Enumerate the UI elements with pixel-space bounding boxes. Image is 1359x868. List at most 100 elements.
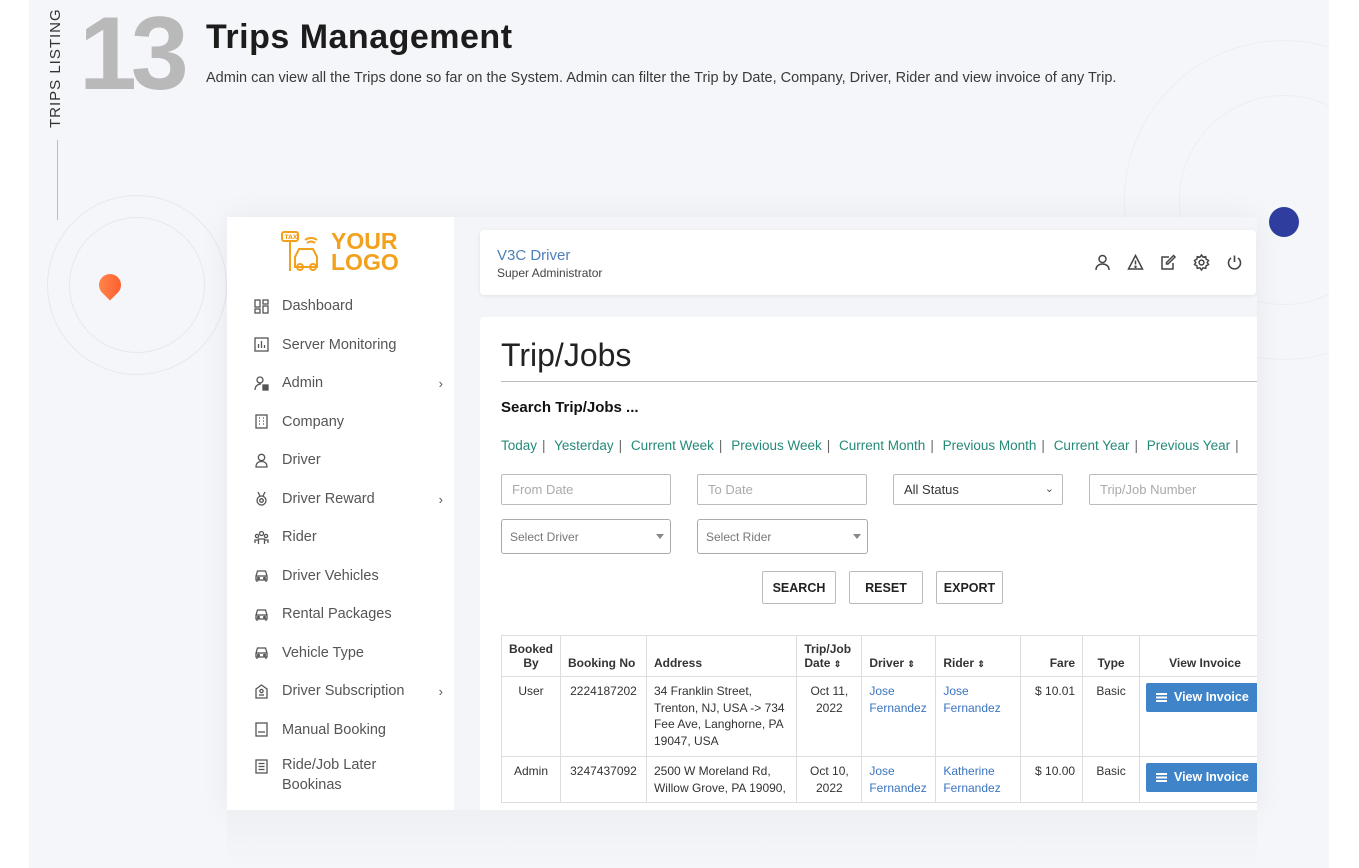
export-button[interactable]: EXPORT — [936, 571, 1003, 604]
col-booked-by[interactable]: Booked By — [500, 635, 562, 677]
table-row: Admin 3247437092 2500 W Moreland Rd, Wil… — [500, 756, 1257, 803]
to-date-input[interactable]: To Date — [697, 474, 867, 505]
reset-button[interactable]: RESET — [849, 571, 923, 604]
filter-today[interactable]: Today — [501, 438, 537, 453]
driver-link[interactable]: Jose Fernandez — [869, 764, 926, 795]
col-rider[interactable]: Rider ⇕ — [935, 635, 1022, 677]
filter-yesterday[interactable]: Yesterday — [554, 438, 614, 453]
select-rider-dropdown[interactable]: Select Rider — [697, 519, 868, 554]
col-driver[interactable]: Driver ⇕ — [861, 635, 937, 677]
status-select[interactable]: All Status ⌄ — [893, 474, 1063, 505]
chevron-right-icon: › — [438, 684, 443, 699]
sidebar-item-rider[interactable]: Rider — [253, 518, 443, 557]
chevron-right-icon: › — [438, 491, 443, 507]
cell-booking-no: 3247437092 — [560, 756, 647, 803]
sidebar-item-label: Company — [282, 413, 345, 430]
app-screenshot: TAXI YOUR LOGO Dashboard Server Monitori… — [227, 217, 1257, 810]
building-icon — [253, 414, 269, 430]
sort-icon[interactable]: ⇕ — [977, 659, 985, 669]
cell-date: Oct 10, 2022 — [796, 756, 863, 803]
sidebar-item-company[interactable]: Company — [253, 403, 443, 442]
gear-icon[interactable] — [1191, 252, 1211, 272]
rider-link[interactable]: Katherine Fernandez — [943, 764, 1000, 795]
user-role: Super Administrator — [497, 266, 603, 280]
sidebar-item-ride-later-bookings[interactable]: Ride/Job Later Bookinas — [253, 749, 443, 797]
cell-rider: Katherine Fernandez — [935, 756, 1022, 803]
list-doc-icon — [253, 758, 269, 774]
view-invoice-button[interactable]: View Invoice — [1145, 683, 1257, 712]
col-trip-date-label: Trip/Job Date — [804, 642, 852, 670]
cell-fare: $ 10.00 — [1020, 756, 1084, 803]
filter-previous-month[interactable]: Previous Month — [943, 438, 1037, 453]
alert-icon[interactable] — [1125, 252, 1145, 272]
bottom-fade — [227, 810, 1257, 868]
app-name[interactable]: V3C Driver — [497, 247, 570, 264]
divider — [57, 140, 58, 220]
caret-down-icon — [656, 534, 664, 539]
sidebar-item-label: Driver Subscription — [282, 683, 405, 700]
sidebar-item-server-monitoring[interactable]: Server Monitoring — [253, 326, 443, 365]
filter-current-week[interactable]: Current Week — [631, 438, 714, 453]
user-icon[interactable] — [1092, 252, 1112, 272]
edit-icon[interactable] — [1158, 252, 1178, 272]
view-invoice-label: View Invoice — [1173, 690, 1249, 704]
quick-date-filters: Today | Yesterday | Current Week | Previous… — [501, 438, 1239, 453]
from-date-input[interactable]: From Date — [501, 474, 671, 505]
sidebar-item-vehicle-type[interactable]: Vehicle Type — [253, 634, 443, 673]
power-icon[interactable] — [1224, 252, 1244, 272]
sidebar-item-label: Driver Reward — [282, 490, 375, 507]
sidebar-item-admin[interactable]: Admin › — [253, 364, 443, 403]
sidebar-nav: Dashboard Server Monitoring Admin › Comp… — [253, 287, 443, 797]
sidebar-item-label: Dashboard — [282, 298, 353, 315]
main-content: Trip/Jobs Search Trip/Jobs ... Today | Ye… — [480, 317, 1257, 810]
trip-number-input[interactable]: Trip/Job Number — [1089, 474, 1257, 505]
view-invoice-label: View Invoice — [1173, 770, 1249, 784]
col-driver-label: Driver — [869, 656, 905, 670]
cell-type: Basic — [1082, 676, 1140, 757]
top-icons — [1092, 252, 1244, 272]
col-trip-date[interactable]: Trip/Job Date ⇕ — [796, 635, 863, 677]
cell-invoice: View Invoice — [1138, 676, 1257, 757]
col-rider-label: Rider — [943, 656, 975, 670]
sort-icon[interactable]: ⇕ — [907, 659, 915, 669]
filter-previous-week[interactable]: Previous Week — [731, 438, 822, 453]
filter-current-month[interactable]: Current Month — [839, 438, 925, 453]
sidebar-item-manual-booking[interactable]: Manual Booking — [253, 711, 443, 750]
chevron-down-icon: ⌄ — [1044, 483, 1054, 495]
cell-type: Basic — [1082, 756, 1140, 803]
section-title: Trips Management — [206, 18, 513, 56]
filter-previous-year[interactable]: Previous Year — [1147, 438, 1230, 453]
sidebar-item-rental-packages[interactable]: Rental Packages — [253, 595, 443, 634]
sidebar-item-driver-subscription[interactable]: Driver Subscription › — [253, 672, 443, 711]
sidebar-item-label: Vehicle Type — [282, 644, 364, 661]
cell-booking-no: 2224187202 — [560, 676, 647, 757]
caret-down-icon — [853, 534, 861, 539]
filter-current-year[interactable]: Current Year — [1054, 438, 1130, 453]
sidebar-item-driver-vehicles[interactable]: Driver Vehicles — [253, 557, 443, 596]
divider — [501, 381, 1257, 382]
view-invoice-button[interactable]: View Invoice — [1145, 763, 1257, 792]
sidebar-item-label: Driver — [282, 452, 321, 469]
select-driver-dropdown[interactable]: Select Driver — [501, 519, 671, 554]
sidebar-item-label: Rider — [282, 529, 317, 546]
sidebar-item-driver-reward[interactable]: Driver Reward › — [253, 480, 443, 519]
car-icon — [253, 568, 269, 584]
sidebar: TAXI YOUR LOGO Dashboard Server Monitori… — [227, 217, 454, 810]
col-booking-no[interactable]: Booking No — [560, 635, 647, 677]
sidebar-item-dashboard[interactable]: Dashboard — [253, 287, 443, 326]
sidebar-item-driver[interactable]: Driver — [253, 441, 443, 480]
sort-icon[interactable]: ⇕ — [834, 659, 842, 669]
decor-ring — [69, 217, 205, 353]
cell-rider: Jose Fernandez — [935, 676, 1022, 757]
driver-icon — [253, 452, 269, 468]
admin-user-icon — [253, 375, 269, 391]
top-bar: V3C Driver Super Administrator — [480, 230, 1256, 295]
rider-link[interactable]: Jose Fernandez — [943, 684, 1000, 715]
driver-link[interactable]: Jose Fernandez — [869, 684, 926, 715]
cell-fare: $ 10.01 — [1020, 676, 1084, 757]
logo[interactable]: TAXI YOUR LOGO — [279, 229, 399, 275]
cell-date: Oct 11, 2022 — [796, 676, 863, 757]
cell-driver: Jose Fernandez — [861, 676, 937, 757]
search-button[interactable]: SEARCH — [762, 571, 836, 604]
car-icon — [253, 606, 269, 622]
